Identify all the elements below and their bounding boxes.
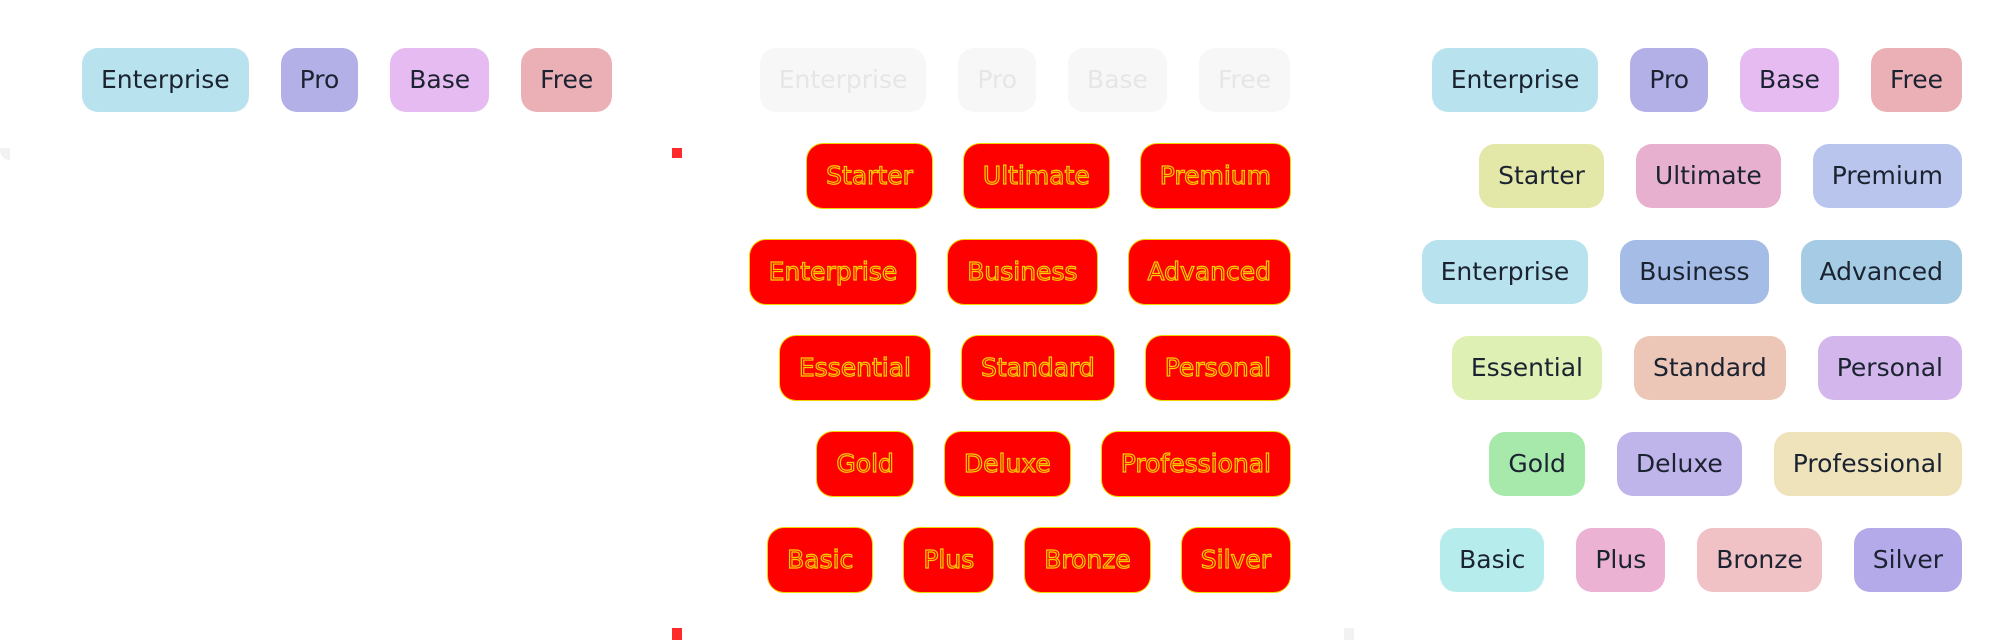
tag-enterprise[interactable]: Enterprise (759, 48, 927, 112)
tag-silver[interactable]: Silver (1181, 528, 1290, 592)
tag-free[interactable]: Free (1870, 48, 1962, 112)
tag-base[interactable]: Base (1740, 48, 1839, 112)
tag-enterprise[interactable]: Enterprise (749, 240, 917, 304)
tag-pro[interactable]: Pro (958, 48, 1037, 112)
tag-base[interactable]: Base (390, 48, 490, 112)
tag-business[interactable]: Business (1620, 240, 1769, 304)
tag-free[interactable]: Free (521, 48, 613, 112)
tag-advanced[interactable]: Advanced (1128, 240, 1290, 304)
tag-row: Essential Standard Personal (1451, 336, 1962, 400)
tag-gold[interactable]: Gold (817, 432, 913, 496)
tag-plus[interactable]: Plus (904, 528, 994, 592)
tag-row: Enterprise Pro Base Free (759, 48, 1290, 112)
tag-deluxe[interactable]: Deluxe (944, 432, 1070, 496)
tag-bronze[interactable]: Bronze (1697, 528, 1822, 592)
tag-silver[interactable]: Silver (1853, 528, 1962, 592)
tag-free[interactable]: Free (1198, 48, 1290, 112)
tag-plus[interactable]: Plus (1576, 528, 1666, 592)
tag-row: Gold Deluxe Professional (817, 432, 1290, 496)
tag-row: Basic Plus Bronze Silver (768, 528, 1290, 592)
tag-premium[interactable]: Premium (1140, 144, 1290, 208)
tag-row: Enterprise Business Advanced (749, 240, 1290, 304)
tag-row: Basic Plus Bronze Silver (1440, 528, 1962, 592)
tag-row: Starter Ultimate Premium (807, 144, 1290, 208)
tag-essential[interactable]: Essential (779, 336, 930, 400)
tag-starter[interactable]: Starter (807, 144, 932, 208)
tag-standard[interactable]: Standard (1633, 336, 1786, 400)
tag-bronze[interactable]: Bronze (1025, 528, 1150, 592)
tag-cloud-stage: Enterprise Pro Base Free Enterprise Pro Base F… (0, 0, 2016, 640)
corner-fragment-middle-bottom (672, 628, 682, 640)
tag-pro[interactable]: Pro (280, 48, 359, 112)
tag-row: Enterprise Business Advanced (1421, 240, 1962, 304)
tag-starter[interactable]: Starter (1479, 144, 1604, 208)
tag-essential[interactable]: Essential (1451, 336, 1602, 400)
middle-panel: Enterprise Pro Base Free Starter Ultimate Prem… (672, 0, 1344, 640)
tag-premium[interactable]: Premium (1812, 144, 1962, 208)
tag-deluxe[interactable]: Deluxe (1616, 432, 1742, 496)
tag-pro[interactable]: Pro (1630, 48, 1709, 112)
tag-gold[interactable]: Gold (1489, 432, 1585, 496)
tag-standard[interactable]: Standard (961, 336, 1114, 400)
tag-ultimate[interactable]: Ultimate (1635, 144, 1781, 208)
tag-row: Enterprise Pro Base Free (82, 48, 613, 112)
corner-fragment-right (1344, 628, 1354, 640)
tag-enterprise[interactable]: Enterprise (1421, 240, 1589, 304)
right-panel: Enterprise Pro Base Free Starter Ultimate Prem… (1344, 0, 2016, 640)
tag-personal[interactable]: Personal (1817, 336, 1962, 400)
tag-row: Starter Ultimate Premium (1479, 144, 1962, 208)
corner-fragment-middle-top (672, 148, 682, 158)
tag-row: Essential Standard Personal (779, 336, 1290, 400)
tag-row: Enterprise Pro Base Free (1431, 48, 1962, 112)
tag-professional[interactable]: Professional (1773, 432, 1962, 496)
tag-base[interactable]: Base (1068, 48, 1167, 112)
tag-row: Gold Deluxe Professional (1489, 432, 1962, 496)
tag-business[interactable]: Business (948, 240, 1097, 304)
tag-enterprise[interactable]: Enterprise (1431, 48, 1599, 112)
tag-advanced[interactable]: Advanced (1800, 240, 1962, 304)
left-panel: Enterprise Pro Base Free (0, 0, 672, 640)
tag-personal[interactable]: Personal (1145, 336, 1290, 400)
tag-professional[interactable]: Professional (1101, 432, 1290, 496)
tag-enterprise[interactable]: Enterprise (82, 48, 249, 112)
tag-basic[interactable]: Basic (1440, 528, 1545, 592)
tag-basic[interactable]: Basic (768, 528, 873, 592)
tag-ultimate[interactable]: Ultimate (963, 144, 1109, 208)
